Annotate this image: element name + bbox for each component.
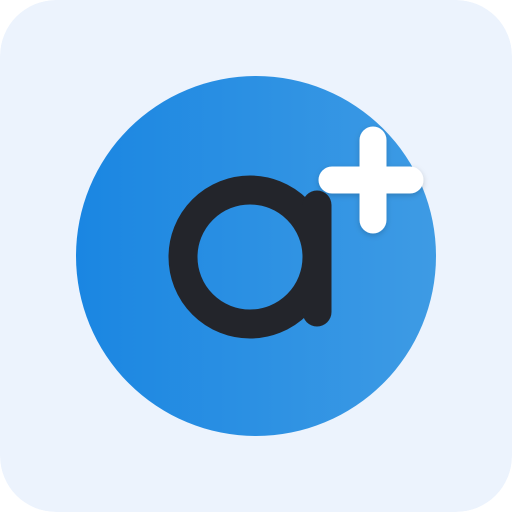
app-icon-tile (0, 0, 512, 512)
a-plus-icon (0, 0, 512, 512)
